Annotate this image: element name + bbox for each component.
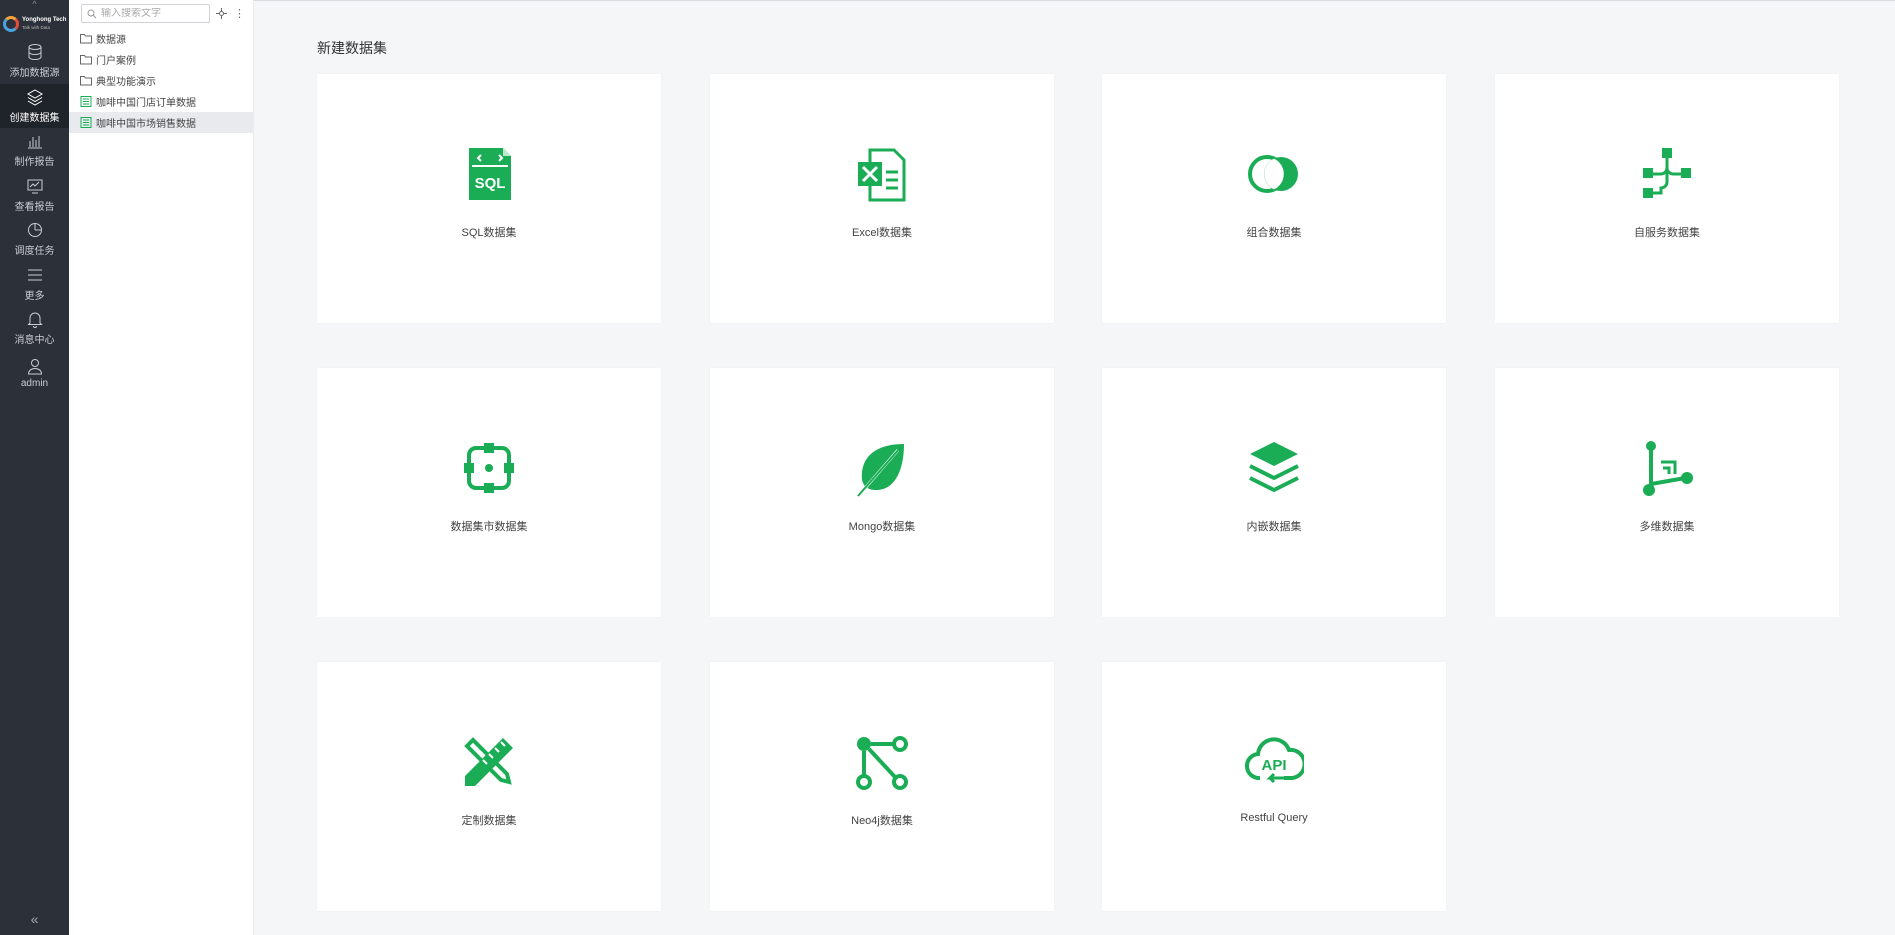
tree-item-label: 门户案例 (96, 56, 136, 67)
dataset-icon (80, 96, 92, 107)
nav-item-3[interactable]: 查看报告 (0, 173, 69, 218)
card-label: 内嵌数据集 (1246, 521, 1302, 533)
card-label: 自服务数据集 (1634, 227, 1700, 239)
dataset-type-card[interactable]: 多维数据集 (1495, 368, 1839, 617)
tree-item-label: 数据源 (96, 35, 126, 46)
tree-item-label: 咖啡中国门店订单数据 (96, 98, 196, 109)
tree-item-label: 典型功能演示 (96, 77, 156, 88)
flow-nodes-icon (1643, 148, 1691, 198)
tree-item[interactable]: 咖啡中国门店订单数据 (69, 91, 253, 112)
card-label: 组合数据集 (1246, 227, 1302, 239)
nav-item-0[interactable]: 添加数据源 (0, 39, 69, 84)
main-content: 新建数据集 SQL SQL数据集 Excel数据集 组合数据集 自服务数据集数据集市数据… (254, 0, 1895, 935)
filter-tool-icon[interactable] (215, 7, 228, 20)
svg-text:SQL: SQL (475, 175, 506, 192)
dataset-type-card[interactable]: Neo4j数据集 (710, 662, 1054, 911)
user-icon (27, 358, 42, 375)
logo-text: Yonghong Tech Talk with Data (22, 17, 67, 30)
dataset-type-card[interactable]: 自服务数据集 (1495, 74, 1839, 323)
card-label: SQL数据集 (461, 227, 517, 239)
bar-chart-icon (27, 136, 42, 149)
tree-item[interactable]: 门户案例 (69, 49, 253, 70)
card-label: 定制数据集 (461, 815, 517, 827)
left-nav: ^ Yonghong Tech Talk with Data 添加数据源创建数据集… (0, 0, 69, 935)
search-box[interactable] (81, 4, 210, 23)
nav-item-label: 调度任务 (14, 246, 55, 258)
target-frame-icon (464, 443, 514, 493)
svg-text:API: API (1261, 757, 1286, 774)
stack-layers-icon (1249, 442, 1299, 492)
cube-axis-icon (1643, 441, 1693, 496)
nav-item-label: 消息中心 (14, 335, 55, 347)
tree-item-label: 咖啡中国市场销售数据 (96, 119, 196, 130)
card-label: 数据集市数据集 (450, 521, 528, 533)
nav-item-2[interactable]: 制作报告 (0, 128, 69, 173)
layers-icon (26, 89, 43, 106)
monitor-chart-icon (27, 179, 42, 194)
dataset-type-card[interactable]: 数据集市数据集 (317, 368, 661, 617)
database-icon (28, 44, 41, 61)
nav-item-label: 创建数据集 (9, 112, 60, 124)
leaf-icon (857, 444, 904, 497)
dataset-icon (80, 117, 92, 128)
card-label: 多维数据集 (1639, 521, 1695, 533)
page-title: 新建数据集 (317, 40, 387, 56)
dataset-type-card[interactable]: 定制数据集 (317, 662, 661, 911)
nav-item-label: admin (20, 377, 49, 389)
nav-item-1[interactable]: 创建数据集 (0, 83, 69, 128)
dataset-type-card[interactable]: Excel数据集 (710, 74, 1054, 323)
search-input[interactable] (101, 8, 201, 19)
menu-icon (27, 269, 42, 281)
tree-item[interactable]: 咖啡中国市场销售数据 (69, 112, 253, 133)
logo: Yonghong Tech Talk with Data (0, 9, 69, 39)
nav-item-label: 更多 (24, 290, 45, 302)
folder-icon (80, 55, 92, 65)
cloud-api-icon: API (1245, 737, 1304, 784)
sql-file-icon: SQL (469, 148, 511, 200)
card-label: Mongo数据集 (848, 521, 916, 533)
dataset-type-card[interactable]: 组合数据集 (1102, 74, 1446, 323)
bell-icon (26, 312, 43, 329)
nav-item-label: 添加数据源 (9, 68, 60, 80)
more-vertical-icon[interactable]: ⋮ (233, 7, 246, 20)
card-label: Excel数据集 (852, 227, 912, 239)
search-icon (87, 9, 97, 18)
excel-icon (858, 148, 906, 202)
nav-item-5[interactable]: 更多 (0, 262, 69, 307)
nav-item-label: 制作报告 (14, 157, 55, 169)
folder-icon (80, 76, 92, 86)
nav-item-6[interactable]: 消息中心 (0, 306, 69, 351)
dataset-tree-panel: ⋮ 数据源门户案例典型功能演示咖啡中国门店订单数据咖啡中国市场销售数据 (69, 0, 254, 935)
pencil-ruler-icon (464, 737, 513, 786)
dataset-type-card[interactable]: 内嵌数据集 (1102, 368, 1446, 617)
dataset-type-card[interactable]: Mongo数据集 (710, 368, 1054, 617)
logo-ring-icon (3, 16, 19, 32)
card-label: Restful Query (1240, 812, 1308, 824)
dataset-type-card[interactable]: SQL SQL数据集 (317, 74, 661, 323)
card-label: Neo4j数据集 (851, 815, 913, 827)
venn-circles-icon (1248, 155, 1298, 193)
tree-item[interactable]: 数据源 (69, 28, 253, 49)
nav-scroll-up-icon[interactable]: ^ (0, 0, 69, 9)
graph-nodes-icon (856, 736, 908, 790)
collapse-icon[interactable]: « (0, 911, 69, 927)
nav-item-label: 查看报告 (14, 201, 55, 213)
nav-item-7[interactable]: admin (0, 351, 69, 396)
dataset-type-card[interactable]: API Restful Query (1102, 662, 1446, 911)
folder-icon (80, 34, 92, 44)
nav-item-4[interactable]: 调度任务 (0, 217, 69, 262)
clock-pie-icon (27, 223, 42, 238)
tree-item[interactable]: 典型功能演示 (69, 70, 253, 91)
